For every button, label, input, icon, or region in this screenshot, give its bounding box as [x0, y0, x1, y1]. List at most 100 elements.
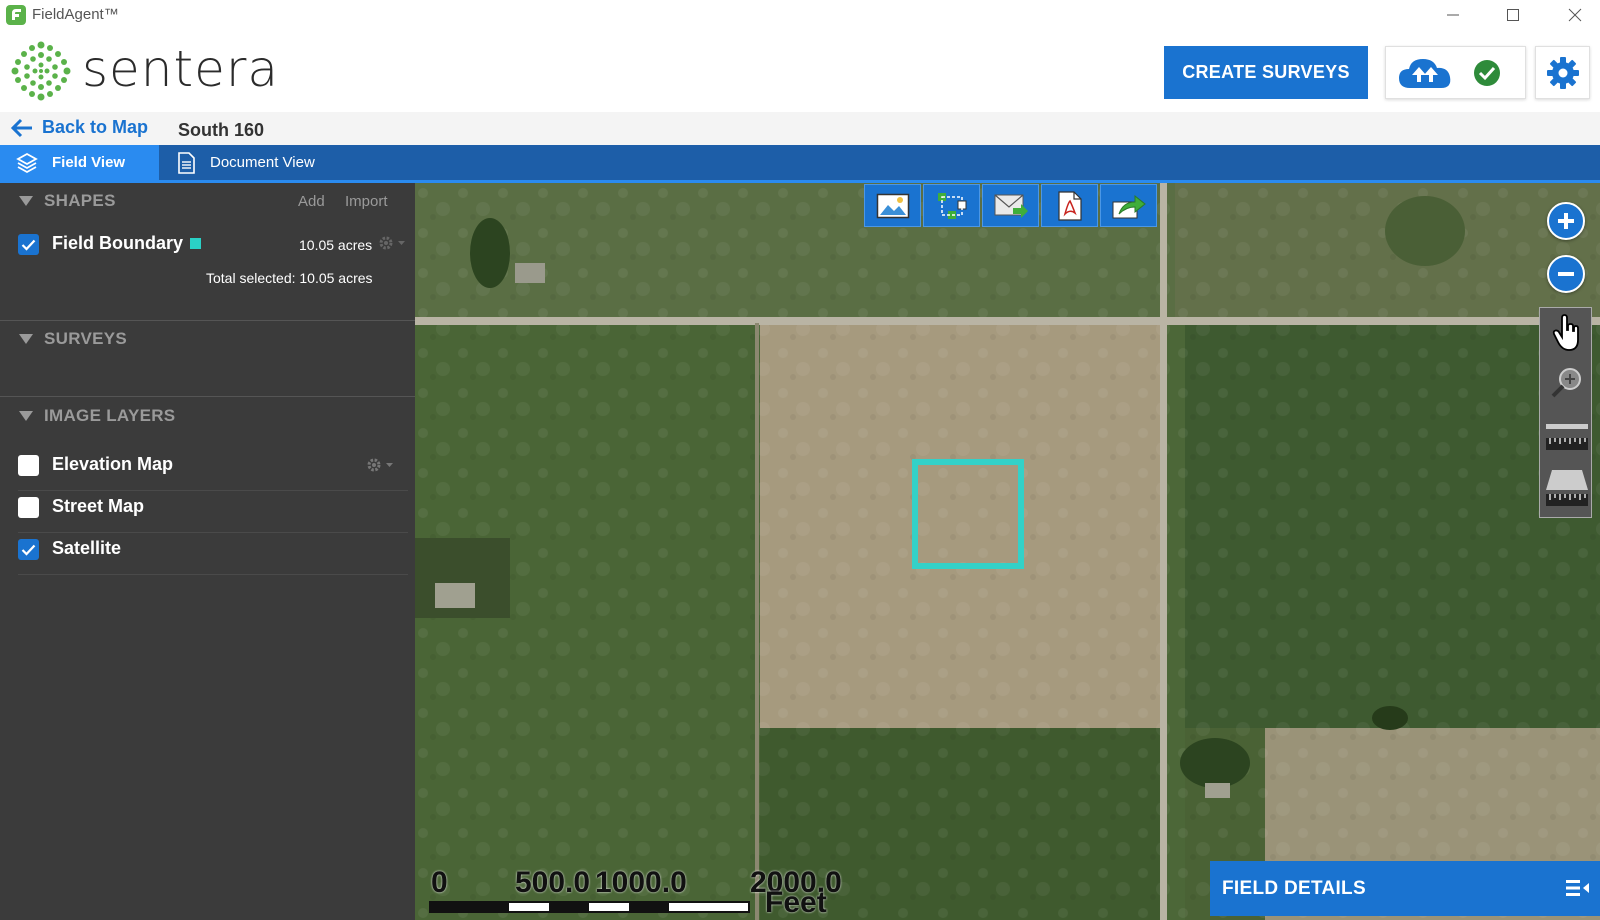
gear-icon — [1546, 56, 1579, 89]
map-scale-bar: 0 500.0 1000.0 2000.0 Feet — [425, 866, 865, 920]
share-icon — [1112, 194, 1146, 218]
field-boundary-label: Field Boundary — [52, 233, 202, 254]
app-header: sentera CREATE SURVEYS — [0, 30, 1600, 112]
zoom-in-button[interactable] — [1547, 202, 1585, 240]
sentera-logo: sentera — [10, 40, 278, 102]
view-tabs: Field View Document View — [0, 145, 1600, 183]
elevation-map-label: Elevation Map — [52, 454, 174, 474]
sentera-logo-icon — [11, 41, 71, 101]
tab-document-view[interactable]: Document View — [176, 145, 315, 180]
sync-complete-check-icon — [1474, 60, 1500, 86]
ruler-line-icon — [1545, 424, 1588, 450]
layers-select-icon — [937, 192, 966, 219]
select-layers-button[interactable] — [923, 184, 980, 227]
back-to-map-label: Back to Map — [42, 117, 149, 137]
tab-field-view[interactable]: Field View — [0, 145, 159, 180]
image-icon — [876, 193, 909, 218]
field-boundary-area: 10.05 acres — [299, 237, 373, 253]
document-icon — [178, 151, 195, 174]
expand-menu-icon — [1566, 880, 1589, 896]
ruler-area-icon — [1545, 470, 1588, 506]
layer-options-gear-icon[interactable] — [366, 457, 396, 473]
zoom-box-tool-button[interactable] — [1540, 358, 1593, 408]
section-divider — [0, 396, 415, 397]
create-surveys-button[interactable]: CREATE SURVEYS — [1164, 46, 1368, 99]
close-button[interactable] — [1552, 2, 1598, 28]
breadcrumb: Back to Map South 160 — [0, 112, 1600, 145]
sidebar: SHAPES Add Import Field Boundary 10.05 a… — [0, 183, 415, 920]
hand-pointer-icon — [1552, 314, 1579, 351]
plus-icon — [1558, 213, 1574, 229]
close-icon — [1568, 8, 1582, 22]
minus-icon — [1558, 272, 1574, 276]
field-details-label: FIELD DETAILS — [1222, 877, 1366, 899]
back-to-map-link[interactable]: Back to Map — [10, 117, 148, 138]
layer-row-satellite: Satellite — [0, 529, 408, 569]
add-shape-button[interactable]: Add — [298, 193, 325, 210]
cloud-upload-icon — [1399, 59, 1451, 88]
field-boundary-checkbox[interactable] — [18, 234, 39, 255]
satellite-label: Satellite — [52, 538, 122, 558]
field-details-panel-toggle[interactable]: FIELD DETAILS — [1210, 861, 1600, 916]
share-button[interactable] — [1100, 184, 1157, 227]
sync-status-box[interactable] — [1385, 46, 1526, 99]
image-layers-section-title: IMAGE LAYERS — [44, 406, 176, 425]
maximize-button[interactable] — [1490, 2, 1536, 28]
satellite-checkbox[interactable] — [18, 539, 39, 560]
app-title: FieldAgent™ — [32, 6, 119, 23]
fieldagent-app-icon — [6, 5, 26, 25]
tab-document-view-label: Document View — [210, 154, 315, 171]
image-layers-section-header[interactable]: IMAGE LAYERS — [0, 398, 415, 434]
map-tools-panel — [1539, 307, 1592, 518]
layers-icon — [16, 152, 38, 173]
shapes-section-title: SHAPES — [44, 191, 116, 210]
map-toolbar — [864, 184, 1157, 227]
arrow-left-icon — [10, 118, 32, 137]
checkmark-icon — [21, 239, 36, 251]
logo-text: sentera — [82, 40, 280, 98]
checkmark-icon — [21, 544, 36, 556]
minimize-button[interactable] — [1430, 2, 1476, 28]
total-selected-text: Total selected: 10.05 acres — [206, 270, 373, 286]
measure-area-tool-button[interactable] — [1540, 463, 1593, 513]
surveys-section-title: SURVEYS — [44, 329, 128, 348]
surveys-section-header[interactable]: SURVEYS — [0, 321, 415, 357]
pan-tool-button[interactable] — [1540, 308, 1593, 358]
collapse-triangle-icon — [19, 411, 33, 421]
pdf-icon — [1057, 190, 1082, 221]
scale-label-0: 0 — [431, 866, 448, 899]
street-map-label: Street Map — [52, 496, 145, 516]
layer-row-elevation-map: Elevation Map — [0, 445, 408, 485]
scale-unit-label: Feet — [765, 886, 827, 919]
zoom-out-button[interactable] — [1547, 255, 1585, 293]
collapse-triangle-icon — [19, 334, 33, 344]
title-bar: FieldAgent™ — [0, 0, 1600, 30]
email-icon — [994, 194, 1028, 218]
scale-bar-graphic — [429, 901, 750, 913]
email-button[interactable] — [982, 184, 1039, 227]
import-shape-button[interactable]: Import — [345, 193, 388, 210]
elevation-map-checkbox[interactable] — [18, 455, 39, 476]
scale-label-500: 500.0 — [515, 866, 591, 899]
collapse-triangle-icon — [19, 196, 33, 206]
row-separator — [18, 574, 408, 575]
shape-row-field-boundary: Field Boundary 10.05 acres — [0, 225, 408, 265]
app-window: FieldAgent™ sentera CREATE SURVEYS Back … — [0, 0, 1600, 920]
minimize-icon — [1447, 14, 1459, 16]
satellite-map[interactable] — [415, 183, 1600, 920]
layer-row-street-map: Street Map — [0, 487, 408, 527]
maximize-icon — [1507, 9, 1519, 21]
tab-field-view-label: Field View — [52, 154, 126, 171]
field-boundary-color-swatch — [190, 237, 202, 249]
measure-distance-tool-button[interactable] — [1540, 412, 1593, 462]
street-map-checkbox[interactable] — [18, 497, 39, 518]
field-boundary-shape[interactable] — [912, 459, 1024, 569]
breadcrumb-current-field: South 160 — [178, 120, 265, 140]
scale-label-1000: 1000.0 — [595, 866, 687, 899]
field-boundary-name: Field Boundary — [52, 233, 184, 253]
shape-options-gear-icon[interactable] — [378, 235, 408, 251]
settings-button[interactable] — [1535, 46, 1590, 99]
export-image-button[interactable] — [864, 184, 921, 227]
magnifier-icon — [1551, 368, 1581, 398]
export-pdf-button[interactable] — [1041, 184, 1098, 227]
